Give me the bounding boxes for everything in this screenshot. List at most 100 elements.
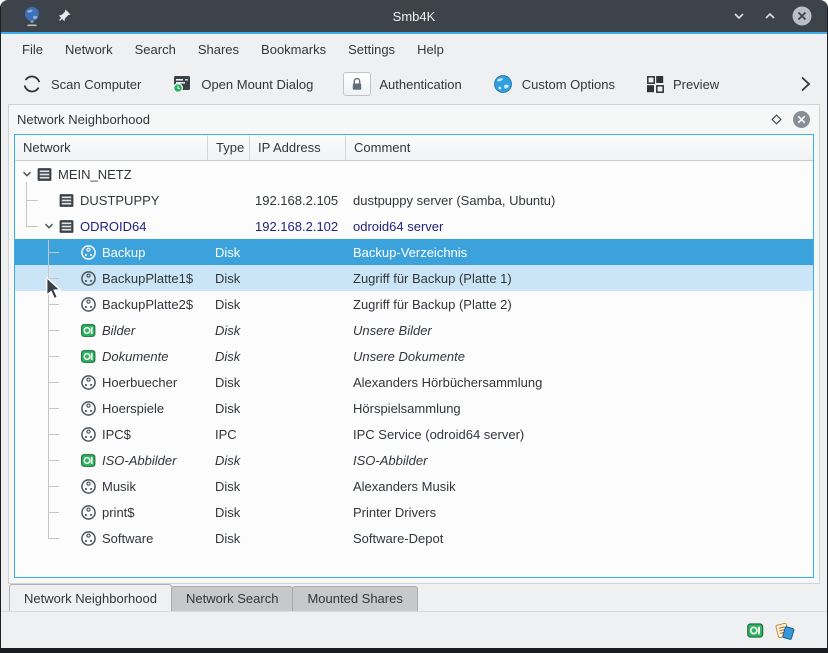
close-button[interactable] [791, 5, 813, 27]
item-type: Disk [207, 375, 249, 390]
maximize-button[interactable] [760, 6, 780, 26]
authentication-lock-icon [348, 75, 366, 93]
item-comment: Software-Depot [345, 531, 813, 546]
statusbar [1, 611, 827, 648]
window-title: Smb4K [1, 9, 827, 24]
framed-icon-box [343, 72, 371, 96]
tree-guide-line [48, 408, 59, 409]
share-icon [79, 426, 97, 443]
tree-expander-icon[interactable] [41, 220, 57, 232]
toolbar-button-preview[interactable]: Preview [645, 74, 719, 94]
toolbar-button-label: Preview [673, 77, 719, 92]
tree-row-backupplatte1-[interactable]: BackupPlatte1$ Disk Zugriff für Backup (Pl… [15, 265, 813, 291]
share-mounted-icon [79, 452, 97, 469]
feedback-icon[interactable] [774, 620, 795, 641]
tree-guide-line [48, 278, 59, 279]
toolbar-button-scan-computer[interactable]: Scan Computer [21, 73, 141, 95]
tree-expander-icon[interactable] [19, 168, 35, 180]
item-comment: Hörspielsammlung [345, 401, 813, 416]
item-comment: Unsere Dokumente [345, 349, 813, 364]
tree-guide-line [48, 252, 59, 253]
tree-row-bilder[interactable]: BilderDiskUnsere Bilder [15, 317, 813, 343]
app-icon [21, 5, 43, 27]
share-icon [79, 244, 97, 261]
tree-row-backupplatte2-[interactable]: BackupPlatte2$DiskZugriff für Backup (Pl… [15, 291, 813, 317]
menu-item-file[interactable]: File [11, 38, 54, 61]
toolbar-button-label: Authentication [379, 77, 461, 92]
tree-row-backup[interactable]: BackupDiskBackup-Verzeichnis [15, 239, 813, 265]
item-name: IPC$ [97, 427, 131, 442]
network-neighborhood-panel: Network Neighborhood NetworkTypeIP Addre… [8, 104, 820, 584]
mounted-share-indicator-icon[interactable] [746, 621, 765, 640]
tree-guide-line [48, 356, 59, 357]
host-icon [35, 166, 53, 183]
menu-item-settings[interactable]: Settings [337, 38, 406, 61]
tree-row-hoerbuecher[interactable]: HoerbuecherDiskAlexanders Hörbüchersamml… [15, 369, 813, 395]
toolbar-button-label: Scan Computer [51, 77, 141, 92]
share-icon [79, 478, 97, 495]
toolbar-button-custom-options[interactable]: Custom Options [492, 73, 615, 95]
item-name: Hoerspiele [97, 401, 164, 416]
tree-guide-line [48, 330, 59, 331]
menu-item-bookmarks[interactable]: Bookmarks [250, 38, 337, 61]
menubar: FileNetworkSearchSharesBookmarksSettings… [1, 34, 827, 64]
close-panel-button[interactable] [792, 110, 811, 129]
item-name: BackupPlatte1$ [97, 271, 193, 286]
tab-network-neighborhood[interactable]: Network Neighborhood [9, 584, 172, 611]
column-header-comment[interactable]: Comment [345, 135, 813, 160]
tree-guide-line [48, 434, 59, 435]
item-comment: Alexanders Musik [345, 479, 813, 494]
tree-row-odroid64[interactable]: ODROID64192.168.2.102odroid64 server [15, 213, 813, 239]
item-comment: Backup-Verzeichnis [345, 245, 813, 260]
item-type: Disk [207, 271, 249, 286]
toolbar-button-authentication[interactable]: Authentication [343, 72, 461, 96]
menu-item-search[interactable]: Search [124, 38, 187, 61]
share-icon [79, 530, 97, 547]
tree-row-ipc-[interactable]: IPC$IPCIPC Service (odroid64 server) [15, 421, 813, 447]
column-header-ip-address[interactable]: IP Address [249, 135, 345, 160]
tab-network-search[interactable]: Network Search [171, 586, 293, 611]
tree-row-mein-netz[interactable]: MEIN_NETZ [15, 161, 813, 187]
tab-mounted-shares[interactable]: Mounted Shares [292, 586, 417, 611]
column-header-network[interactable]: Network [15, 135, 207, 160]
network-tree-view: NetworkTypeIP AddressComment MEIN_NETZ DU… [14, 134, 814, 578]
item-name: print$ [97, 505, 135, 520]
share-icon [79, 504, 97, 521]
preview-grid-icon [645, 74, 665, 94]
tree-row-print-[interactable]: print$DiskPrinter Drivers [15, 499, 813, 525]
tree-guide-line [48, 382, 59, 383]
menu-item-shares[interactable]: Shares [187, 38, 250, 61]
item-name: ISO-Abbilder [97, 453, 176, 468]
tree-row-software[interactable]: SoftwareDiskSoftware-Depot [15, 525, 813, 551]
float-panel-button[interactable] [770, 113, 783, 126]
item-type: Disk [207, 349, 249, 364]
menu-item-help[interactable]: Help [406, 38, 455, 61]
tree-row-dokumente[interactable]: Dokumente Disk Unsere Dokumente [15, 343, 813, 369]
item-type: Disk [207, 401, 249, 416]
item-type: Disk [207, 453, 249, 468]
tree-row-dustpuppy[interactable]: DUSTPUPPY192.168.2.105dustpuppy server (… [15, 187, 813, 213]
item-name: Hoerbuecher [97, 375, 177, 390]
tree-guide-line [48, 304, 59, 305]
panel-header: Network Neighborhood [9, 105, 819, 133]
item-type: Disk [207, 505, 249, 520]
tree-row-iso-abbilder[interactable]: ISO-Abbilder Disk ISO-Abbilder [15, 447, 813, 473]
item-comment: odroid64 server [345, 219, 813, 234]
tree-column-header[interactable]: NetworkTypeIP AddressComment [15, 135, 813, 161]
tree-guide-line [26, 226, 38, 227]
pin-icon[interactable] [55, 7, 73, 25]
item-comment: ISO-Abbilder [345, 453, 813, 468]
menu-item-network[interactable]: Network [54, 38, 124, 61]
item-name: Dokumente [97, 349, 168, 364]
tree-row-musik[interactable]: MusikDiskAlexanders Musik [15, 473, 813, 499]
column-header-type[interactable]: Type [207, 135, 249, 160]
toolbar-overflow-button[interactable] [795, 74, 815, 94]
share-mounted-icon [79, 322, 97, 339]
toolbar-button-open-mount-dialog[interactable]: Open Mount Dialog [171, 73, 313, 95]
minimize-button[interactable] [729, 6, 749, 26]
item-comment: Zugriff für Backup (Platte 1) [345, 271, 813, 286]
tree-guide-line [48, 460, 59, 461]
tree-row-hoerspiele[interactable]: Hoerspiele Disk Hörspielsammlung [15, 395, 813, 421]
host-icon [57, 218, 75, 235]
item-name: MEIN_NETZ [53, 167, 132, 182]
